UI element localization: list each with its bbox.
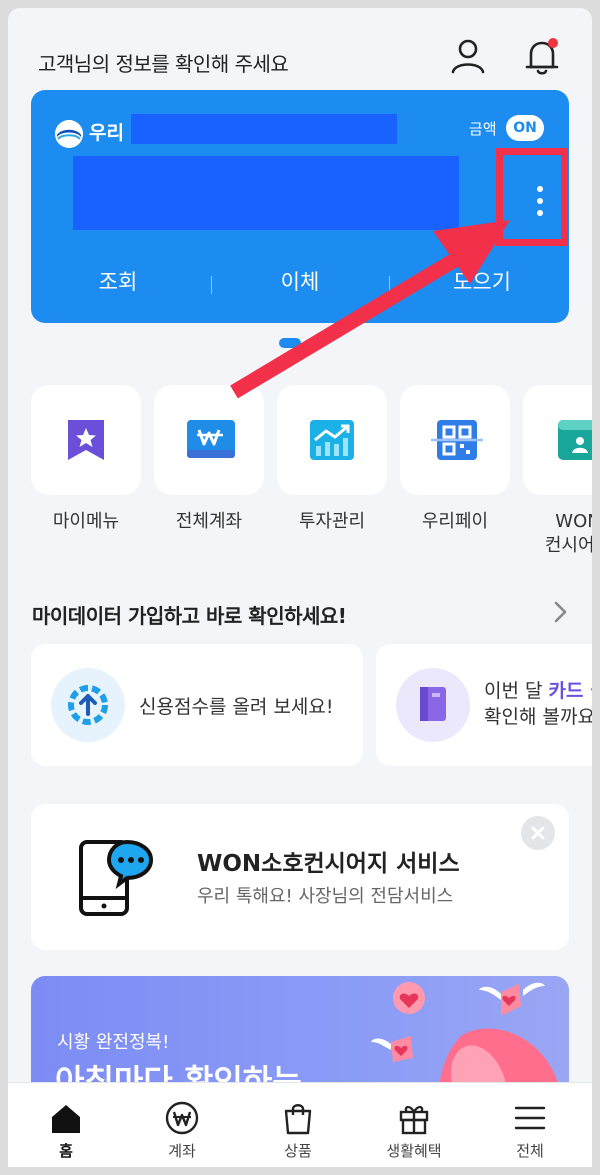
- nav-label: 홈: [59, 1142, 73, 1160]
- mydata-section-title[interactable]: 마이데이터 가입하고 바로 확인하세요!: [32, 600, 347, 629]
- page-indicator: [279, 338, 301, 348]
- woori-logo-icon: [55, 120, 83, 148]
- quick-label: WON 컨시어지: [544, 511, 592, 556]
- profile-button[interactable]: [446, 34, 490, 78]
- chart-up-icon: [310, 420, 354, 460]
- quick-label: 전체계좌: [175, 511, 243, 532]
- transfer-button[interactable]: 이체: [225, 266, 375, 296]
- card-spending-prefix: 이번 달: [484, 680, 549, 702]
- qr-scan-icon: [431, 420, 483, 460]
- quick-menu-my-menu[interactable]: [31, 385, 141, 495]
- won-circle-icon: [165, 1101, 199, 1135]
- banner-subtitle: 시황 완전정복!: [57, 1032, 170, 1053]
- amount-label: 금액: [469, 120, 497, 138]
- promo-subtitle: 우리 톡해요! 사장님의 전담서비스: [197, 886, 454, 907]
- nav-label: 계좌: [168, 1142, 196, 1160]
- chevron-right-icon: [554, 601, 567, 623]
- bottom-navigation: 홈 계좌 상품 생활혜택 전체: [8, 1082, 592, 1167]
- collect-button[interactable]: 모으기: [407, 266, 557, 296]
- card-spending-card[interactable]: 이번 달 카드 실 확인해 볼까요: [376, 644, 592, 766]
- quick-label: 우리페이: [421, 511, 489, 532]
- quick-menu-won-concierge[interactable]: [523, 385, 592, 495]
- won-soho-concierge-card[interactable]: WON소호컨시어지 서비스 우리 톡해요! 사장님의 전담서비스: [31, 804, 569, 950]
- section-more-button[interactable]: [548, 598, 572, 626]
- card-book-icon: [396, 668, 470, 742]
- quick-menu-investment[interactable]: [277, 385, 387, 495]
- star-bookmark-icon: [68, 420, 104, 460]
- bank-name: 우리: [89, 122, 124, 144]
- quick-label: 마이메뉴: [52, 511, 120, 532]
- account-name-mask: [131, 114, 397, 144]
- won-wallet-icon: [187, 420, 235, 458]
- annotation-highlight-box: [496, 148, 568, 246]
- account-card[interactable]: 우리 금액 ON 조회 이체 모으기: [31, 90, 569, 323]
- nav-label: 전체: [516, 1142, 544, 1160]
- divider: [211, 276, 212, 294]
- card-spending-line2: 확인해 볼까요: [484, 706, 592, 728]
- account-balance-mask: [73, 156, 459, 230]
- nav-all-menu[interactable]: 전체: [472, 1083, 588, 1168]
- credit-score-card[interactable]: 신용점수를 올려 보세요!: [31, 644, 363, 766]
- nav-label: 상품: [284, 1142, 312, 1160]
- notification-dot: [548, 38, 558, 48]
- nav-accounts[interactable]: 계좌: [124, 1083, 240, 1168]
- quick-label: 투자관리: [298, 511, 366, 532]
- phone-chat-icon: [79, 839, 154, 916]
- credit-score-icon: [51, 668, 125, 742]
- card-spending-highlight: 카드 실: [548, 680, 592, 702]
- greeting-text[interactable]: 고객님의 정보를 확인해 주세요: [38, 48, 289, 77]
- inquiry-button[interactable]: 조회: [43, 266, 193, 296]
- nav-label: 생활혜택: [386, 1142, 442, 1160]
- card-spending-text: 이번 달 카드 실 확인해 볼까요: [484, 678, 592, 730]
- credit-score-text: 신용점수를 올려 보세요!: [139, 696, 334, 718]
- divider: [389, 276, 390, 294]
- menu-icon: [514, 1106, 546, 1130]
- promo-close-button[interactable]: [521, 816, 555, 850]
- notification-button[interactable]: [520, 34, 564, 78]
- close-icon: [531, 826, 545, 840]
- quick-menu-woori-pay[interactable]: [400, 385, 510, 495]
- promo-title: WON소호컨시어지 서비스: [197, 851, 460, 877]
- quick-menu-all-accounts[interactable]: [154, 385, 264, 495]
- amount-toggle[interactable]: ON: [506, 115, 544, 141]
- home-icon: [52, 1105, 80, 1133]
- gift-icon: [399, 1106, 429, 1135]
- nav-products[interactable]: 상품: [240, 1083, 356, 1168]
- user-icon: [451, 39, 485, 74]
- nav-home[interactable]: 홈: [8, 1083, 124, 1168]
- concierge-card-icon: [558, 420, 592, 460]
- nav-life-benefits[interactable]: 생활혜택: [356, 1083, 472, 1168]
- shopping-bag-icon: [284, 1104, 312, 1135]
